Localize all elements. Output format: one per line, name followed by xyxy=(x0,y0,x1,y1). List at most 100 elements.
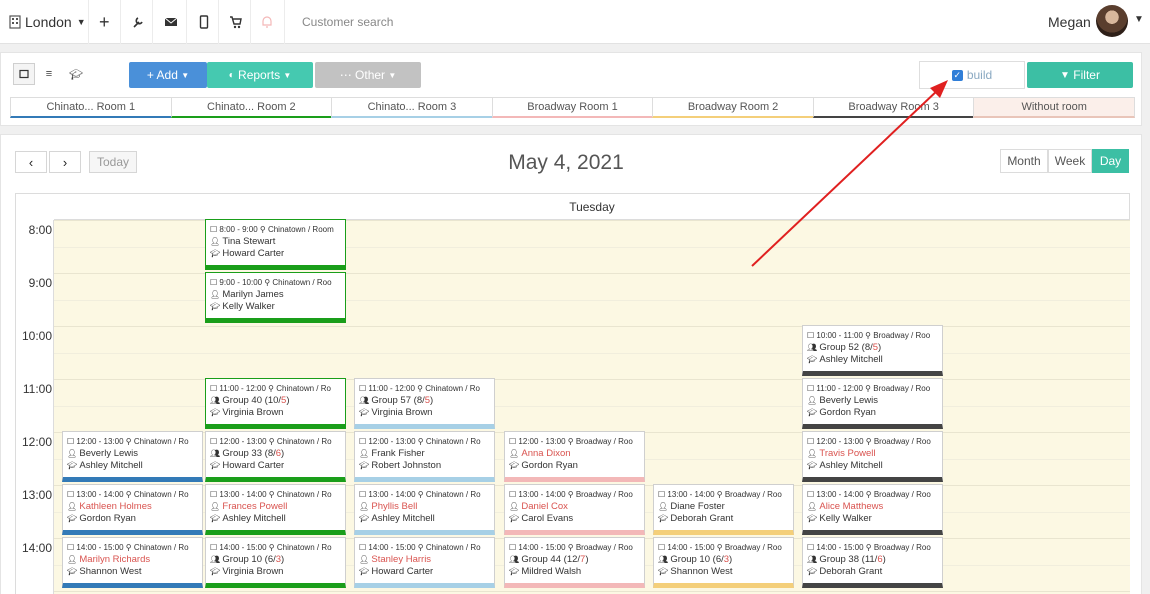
teacher-name: Virginia Brown xyxy=(222,566,284,577)
event-card[interactable]: ☐ 13:00 - 14:00 ⚲ Chinatown / Ro 👤︎ Kathl… xyxy=(62,484,203,535)
event-card[interactable]: ☐ 12:00 - 13:00 ⚲ Broadway / Roo 👤︎ Travi… xyxy=(802,431,943,482)
event-teacher: 🎓︎ Deborah Grant xyxy=(807,566,939,578)
event-card[interactable]: ☐ 13:00 - 14:00 ⚲ Broadway / Roo 👤︎ Diane… xyxy=(653,484,794,535)
day-view-button[interactable]: Day xyxy=(1092,149,1129,173)
teacher-name: Mildred Walsh xyxy=(521,566,582,577)
event-card[interactable]: ☐ 8:00 - 9:00 ⚲ Chinatown / Room 👤︎ Tina … xyxy=(205,219,346,270)
divider xyxy=(88,0,89,44)
event-student: 👤︎ Alice Matthews xyxy=(807,501,939,513)
graduation-cap-icon: 🎓︎ xyxy=(210,567,223,576)
event-card[interactable]: ☐ 12:00 - 13:00 ⚲ Chinatown / Ro 👥︎ Group… xyxy=(205,431,346,482)
event-student: 👤︎ Anna Dixon xyxy=(509,448,641,460)
next-button[interactable]: › xyxy=(49,151,81,173)
room-tab-7[interactable]: Without room xyxy=(973,97,1135,118)
caret-down-icon: ▼ xyxy=(283,70,292,80)
graduation-cap-icon: 🎓︎ xyxy=(210,461,223,470)
checkbox-checked-icon[interactable]: ✓ xyxy=(951,69,963,81)
prev-button[interactable]: ‹ xyxy=(15,151,47,173)
room-tab-1[interactable]: Chinato... Room 1 xyxy=(10,97,172,118)
event-card[interactable]: ☐ 14:00 - 15:00 ⚲ Chinatown / Ro 👤︎ Maril… xyxy=(62,537,203,588)
room-tab-3[interactable]: Chinato... Room 3 xyxy=(331,97,493,118)
user-icon: 👤︎ xyxy=(359,449,372,458)
graduation-cap-icon: 🎓︎ xyxy=(359,514,372,523)
event-card[interactable]: ☐ 12:00 - 13:00 ⚲ Chinatown / Ro 👤︎ Bever… xyxy=(62,431,203,482)
event-card[interactable]: ☐ 10:00 - 11:00 ⚲ Broadway / Roo 👥︎ Group… xyxy=(802,325,943,376)
event-card[interactable]: ☐ 14:00 - 15:00 ⚲ Chinatown / Ro 👤︎ Stanl… xyxy=(354,537,495,588)
calendar-view-button[interactable] xyxy=(13,63,35,85)
event-card[interactable]: ☐ 13:00 - 14:00 ⚲ Chinatown / Ro 👤︎ Phyll… xyxy=(354,484,495,535)
avatar[interactable] xyxy=(1096,5,1128,37)
event-card[interactable]: ☐ 11:00 - 12:00 ⚲ Chinatown / Ro 👥︎ Group… xyxy=(354,378,495,429)
event-teacher: 🎓︎ Kelly Walker xyxy=(807,513,939,525)
event-group: 👥︎ Group 40 (10/5) xyxy=(210,395,342,407)
event-student: 👤︎ Marilyn Richards xyxy=(67,554,199,566)
event-student: 👤︎ Kathleen Holmes xyxy=(67,501,199,513)
graduation-cap-icon: 🎓︎ xyxy=(210,249,223,258)
event-card[interactable]: ☐ 9:00 - 10:00 ⚲ Chinatown / Roo 👤︎ Maril… xyxy=(205,272,346,323)
event-student: 👤︎ Phyllis Bell xyxy=(359,501,491,513)
event-name: Travis Powell xyxy=(819,448,876,459)
filter-button[interactable]: ▼ Filter xyxy=(1027,62,1133,88)
user-name[interactable]: Megan xyxy=(1048,0,1091,44)
add-button[interactable]: + Add ▼ xyxy=(129,62,207,88)
week-view-button[interactable]: Week xyxy=(1048,149,1092,173)
event-card[interactable]: ☐ 14:00 - 15:00 ⚲ Broadway / Roo 👥︎ Group… xyxy=(504,537,645,588)
event-card[interactable]: ☐ 11:00 - 12:00 ⚲ Broadway / Roo 👤︎ Bever… xyxy=(802,378,943,429)
event-time: ☐ 13:00 - 14:00 ⚲ Broadway / Roo xyxy=(658,490,782,499)
room-tab-5[interactable]: Broadway Room 2 xyxy=(652,97,814,118)
event-student: 👤︎ Frank Fisher xyxy=(359,448,491,460)
user-icon: 👤︎ xyxy=(359,555,372,564)
event-card[interactable]: ☐ 11:00 - 12:00 ⚲ Chinatown / Ro 👥︎ Group… xyxy=(205,378,346,429)
event-name: Group 52 xyxy=(819,342,860,353)
bell-icon[interactable] xyxy=(260,0,274,44)
event-card[interactable]: ☐ 13:00 - 14:00 ⚲ Broadway / Roo 👤︎ Alice… xyxy=(802,484,943,535)
event-card[interactable]: ☐ 13:00 - 14:00 ⚲ Chinatown / Ro 👤︎ Franc… xyxy=(205,484,346,535)
top-navbar: London ▼ + Customer search Megan ▼ xyxy=(0,0,1150,44)
event-name: Beverly Lewis xyxy=(79,448,138,459)
event-card[interactable]: ☐ 12:00 - 13:00 ⚲ Chinatown / Ro 👤︎ Frank… xyxy=(354,431,495,482)
event-card[interactable]: ☐ 13:00 - 14:00 ⚲ Broadway / Roo 👤︎ Danie… xyxy=(504,484,645,535)
room-tab-2[interactable]: Chinato... Room 2 xyxy=(170,97,333,118)
mobile-icon[interactable] xyxy=(197,0,211,44)
event-student: 👤︎ Daniel Cox xyxy=(509,501,641,513)
event-student: 👤︎ Frances Powell xyxy=(210,501,342,513)
event-card[interactable]: ☐ 14:00 - 15:00 ⚲ Broadway / Roo 👥︎ Group… xyxy=(802,537,943,588)
users-icon: 👥︎ xyxy=(509,555,522,564)
list-view-button[interactable]: ≡ xyxy=(38,63,60,85)
graduation-cap-icon: 🎓︎ xyxy=(807,355,820,364)
chevron-down-icon: ▼ xyxy=(76,17,86,27)
other-button[interactable]: ⋯ Other ▼ xyxy=(315,62,421,88)
chevron-down-icon[interactable]: ▼ xyxy=(1134,14,1144,25)
month-view-button[interactable]: Month xyxy=(1000,149,1048,173)
event-teacher: 🎓︎ Gordon Ryan xyxy=(807,407,939,419)
cart-icon[interactable] xyxy=(229,0,243,44)
city-selector[interactable]: London ▼ xyxy=(8,0,86,44)
divider xyxy=(218,0,219,44)
graduation-cap-icon: 🎓︎ xyxy=(658,514,671,523)
group-count: (6/3) xyxy=(262,554,285,565)
today-button[interactable]: Today xyxy=(89,151,137,173)
divider xyxy=(120,0,121,44)
divider xyxy=(284,0,285,44)
event-time: ☐ 14:00 - 15:00 ⚲ Broadway / Roo xyxy=(509,543,633,552)
customer-search-input[interactable]: Customer search xyxy=(302,0,393,44)
teacher-view-button[interactable]: 🎓︎ xyxy=(65,63,87,85)
room-tab-6[interactable]: Broadway Room 3 xyxy=(812,97,975,118)
event-name: Beverly Lewis xyxy=(819,395,878,406)
divider xyxy=(250,0,251,44)
envelope-icon[interactable] xyxy=(164,0,178,44)
event-name: Group 40 xyxy=(222,395,263,406)
plus-icon[interactable]: + xyxy=(99,0,110,44)
event-teacher: 🎓︎ Virginia Brown xyxy=(359,407,491,419)
room-tab-4[interactable]: Broadway Room 1 xyxy=(491,97,654,118)
teacher-name: Gordon Ryan xyxy=(521,460,578,471)
event-card[interactable]: ☐ 14:00 - 15:00 ⚲ Broadway / Roo 👥︎ Group… xyxy=(653,537,794,588)
event-name: Daniel Cox xyxy=(521,501,568,512)
event-name: Kathleen Holmes xyxy=(79,501,152,512)
reports-button[interactable]: ◐ Reports ▼ xyxy=(207,62,313,88)
build-checkbox[interactable]: ✓ build xyxy=(919,61,1025,89)
wrench-icon[interactable] xyxy=(131,0,145,44)
event-card[interactable]: ☐ 14:00 - 15:00 ⚲ Chinatown / Ro 👥︎ Group… xyxy=(205,537,346,588)
hour-line xyxy=(54,326,1130,327)
event-card[interactable]: ☐ 12:00 - 13:00 ⚲ Broadway / Roo 👤︎ Anna … xyxy=(504,431,645,482)
